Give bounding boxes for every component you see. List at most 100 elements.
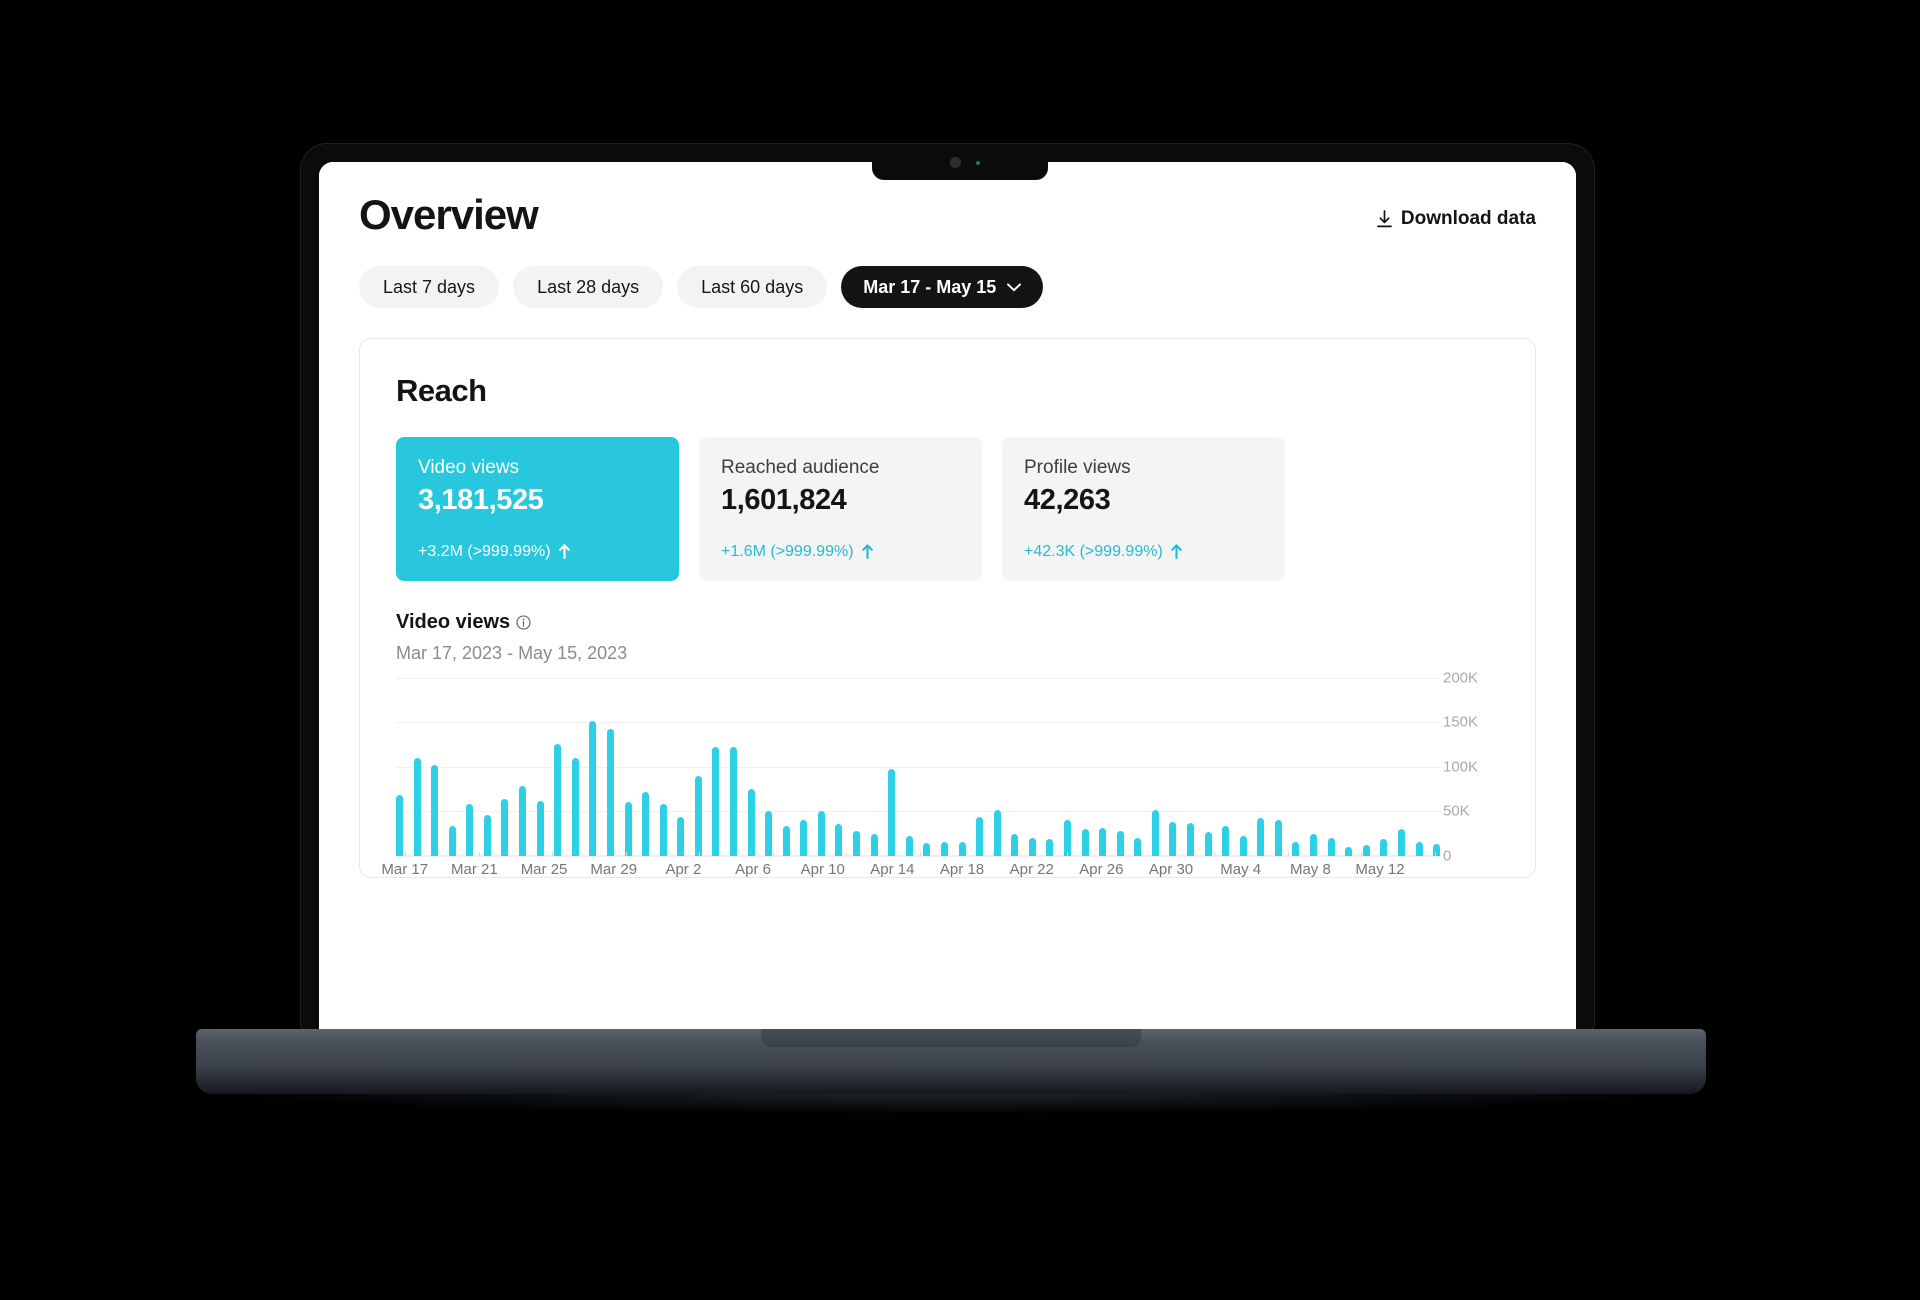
camera-indicator-led <box>976 161 980 165</box>
chart-bar[interactable] <box>1028 838 1036 856</box>
chart-bar[interactable] <box>396 795 403 856</box>
filter-pill-custom-range[interactable]: Mar 17 - May 15 <box>841 266 1044 308</box>
chart-bar[interactable] <box>1046 838 1054 856</box>
download-data-button[interactable]: Download data <box>1376 208 1536 230</box>
filter-pill-last-28-days[interactable]: Last 28 days <box>513 266 664 308</box>
metric-delta-text: +42.3K (>999.99%) <box>1024 542 1163 560</box>
filter-pill-last-60-days[interactable]: Last 60 days <box>677 266 828 308</box>
chart-bar[interactable] <box>1063 820 1071 856</box>
chart-bar[interactable] <box>659 804 667 856</box>
chart-heading-label: Video views <box>396 610 511 633</box>
chart-bar[interactable] <box>571 757 579 856</box>
chart-bar[interactable] <box>800 820 808 856</box>
chart-bar[interactable] <box>940 842 948 856</box>
chart-bar[interactable] <box>1292 841 1300 856</box>
chart-bar[interactable] <box>817 811 825 856</box>
chart-bar[interactable] <box>1099 828 1107 856</box>
chart-bar[interactable] <box>1222 826 1230 856</box>
chart-bar[interactable] <box>431 765 439 856</box>
chart-bar[interactable] <box>958 841 966 856</box>
chart-bar[interactable] <box>519 785 527 856</box>
chart-bar[interactable] <box>765 811 773 856</box>
chart-bar[interactable] <box>729 747 737 856</box>
chart-bar[interactable] <box>712 747 720 856</box>
chart-bar[interactable] <box>1204 831 1212 856</box>
x-axis-tick-mark <box>1287 851 1289 856</box>
chart-bar[interactable] <box>642 791 650 856</box>
x-axis-tick-mark <box>699 851 701 856</box>
x-axis-tick-mark <box>993 851 995 856</box>
chart-bar[interactable] <box>747 789 755 856</box>
chart-bar[interactable] <box>1345 846 1353 856</box>
chart-bar[interactable] <box>1415 841 1423 856</box>
chart-bar[interactable] <box>1116 830 1124 856</box>
laptop-lid: Overview Download data Last 7 days Last … <box>301 144 1594 1030</box>
chart-bar[interactable] <box>1327 838 1335 856</box>
chart-bar[interactable] <box>1380 838 1388 856</box>
chart-bar[interactable] <box>835 823 843 856</box>
chart-bar[interactable] <box>536 800 544 856</box>
section-title-reach: Reach <box>396 373 487 408</box>
x-axis-tick-mark <box>552 851 554 856</box>
chart-bar[interactable] <box>1362 845 1370 856</box>
chart-bar[interactable] <box>1151 810 1159 856</box>
chart-bar[interactable] <box>1169 821 1177 856</box>
laptop-base <box>196 1029 1706 1094</box>
metric-card-reached-audience[interactable]: Reached audience 1,601,824 +1.6M (>999.9… <box>699 437 982 581</box>
x-axis-tick-mark <box>405 851 407 856</box>
chart-bar[interactable] <box>694 775 702 856</box>
chart-bar[interactable] <box>1081 829 1089 856</box>
chevron-down-icon <box>1007 282 1022 291</box>
x-axis-tick-label: Apr 30 <box>1148 860 1194 878</box>
chart-bar[interactable] <box>1257 817 1265 856</box>
chart-bar[interactable] <box>993 809 1001 856</box>
metric-label: Video views <box>418 457 520 478</box>
chart-bar[interactable] <box>976 816 984 856</box>
chart-bar[interactable] <box>501 798 509 856</box>
chart-bar[interactable] <box>782 826 790 856</box>
chart-bar[interactable] <box>606 729 614 856</box>
chart-bar[interactable] <box>589 720 597 856</box>
chart-bar[interactable] <box>1239 836 1247 856</box>
chart-bar[interactable] <box>1187 822 1195 856</box>
info-icon[interactable] <box>516 615 531 630</box>
metric-card-video-views[interactable]: Video views 3,181,525 +3.2M (>999.99%) <box>396 437 679 581</box>
chart-bar[interactable] <box>624 802 632 856</box>
page-title: Overview <box>359 191 539 238</box>
video-views-bar-chart[interactable]: 200K 150K 100K 50K 0 Mar 17 Mar 21 Mar 25 Mar 2… <box>381 669 1499 878</box>
x-axis-tick-label: Apr 10 <box>800 860 845 878</box>
metric-card-profile-views[interactable]: Profile views 42,263 +42.3K (>999.99%) <box>1002 437 1285 581</box>
chart-bar[interactable] <box>1011 834 1019 856</box>
chart-bars <box>396 678 1441 856</box>
metric-label: Profile views <box>1024 457 1131 478</box>
metric-delta-text: +1.6M (>999.99%) <box>721 542 854 560</box>
chart-bar[interactable] <box>483 814 491 856</box>
metric-card-group: Video views 3,181,525 +3.2M (>999.99%) R… <box>396 437 1499 581</box>
chart-bar[interactable] <box>1397 829 1405 856</box>
x-axis-tick-label: Apr 6 <box>735 860 771 878</box>
chart-bar[interactable] <box>888 769 896 856</box>
x-axis-tick-label: Apr 14 <box>870 860 915 878</box>
filter-pill-last-7-days[interactable]: Last 7 days <box>359 266 500 308</box>
chart-bar[interactable] <box>448 826 456 856</box>
chart-bar[interactable] <box>1310 834 1318 856</box>
y-axis-tick-label: 200K <box>1443 669 1479 687</box>
chart-bar[interactable] <box>853 830 861 856</box>
metric-delta: +1.6M (>999.99%) <box>721 543 962 561</box>
metric-value: 42,263 <box>1024 483 1111 516</box>
chart-bar[interactable] <box>870 834 878 856</box>
metric-delta: +3.2M (>999.99%) <box>418 543 659 561</box>
chart-bar[interactable] <box>413 757 421 856</box>
x-axis-tick-mark <box>1140 851 1142 856</box>
chart-bar[interactable] <box>1274 820 1282 856</box>
download-icon <box>1377 210 1392 228</box>
x-axis-tick-label: May 4 <box>1220 860 1262 878</box>
chart-bar[interactable] <box>677 816 685 856</box>
chart-bar[interactable] <box>466 804 474 856</box>
screenshot-stage: Overview Download data Last 7 days Last … <box>0 0 1920 1300</box>
chart-bar[interactable] <box>923 843 931 856</box>
chart-bar[interactable] <box>905 836 913 856</box>
chart-bar[interactable] <box>554 743 562 856</box>
laptop-base-notch <box>761 1029 1141 1047</box>
chart-heading: Video views <box>396 611 1499 634</box>
